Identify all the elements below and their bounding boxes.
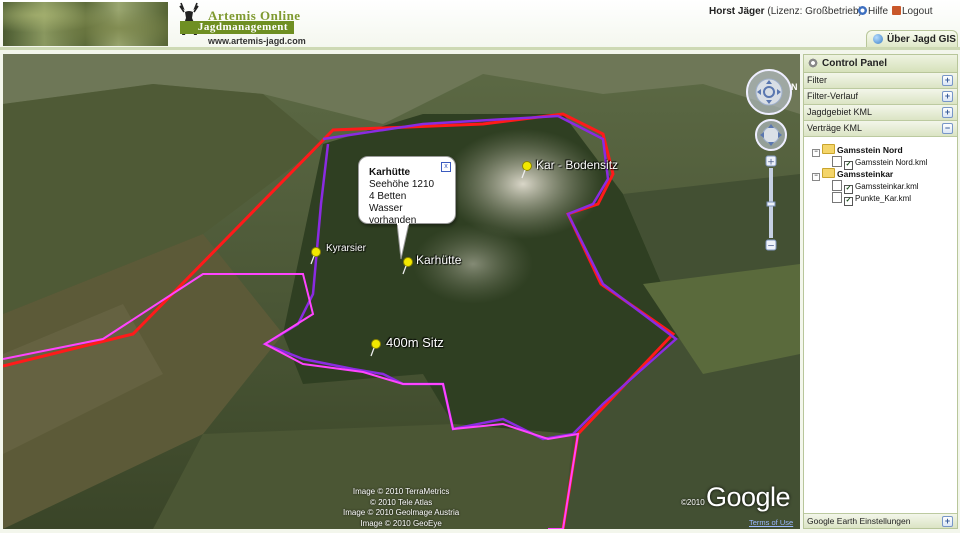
google-earth-settings[interactable]: Google Earth Einstellungen + (804, 513, 957, 528)
terms-of-use-link[interactable]: Terms of Use (749, 518, 793, 527)
copyright-text: ©2010 (681, 498, 705, 507)
header-divider (0, 47, 960, 50)
user-name: Horst Jäger (709, 6, 765, 17)
google-earth-map[interactable]: Kar - Bodensitz Kyrarsier Karhütte 400m … (3, 54, 800, 529)
navigation-compass-icon[interactable] (745, 68, 793, 116)
folder-label: Gamssteinkar (837, 169, 894, 179)
tab-label: Über Jagd GIS (887, 34, 956, 45)
credit-line: Image © 2010 TerraMetrics (352, 487, 450, 496)
svg-text:+: + (767, 158, 775, 168)
folder-label: Gamsstein Nord (837, 145, 903, 155)
help-icon (858, 6, 867, 15)
info-window-tail (397, 223, 409, 260)
zoom-slider[interactable]: + − (762, 154, 794, 258)
logo-url[interactable]: www.artemis-jagd.com (208, 36, 306, 46)
kml-tree: − Gamsstein Nord ✓ Gamsstein Nord.kml − Gam… (804, 137, 957, 481)
panel-title: Control Panel (804, 55, 957, 73)
file-label: Gamsstein Nord.kml (855, 158, 928, 167)
google-logo: Google (706, 482, 791, 512)
logout-label: Logout (902, 6, 933, 17)
info-window: Karhütte Seehöhe 1210 4 Betten Wasser vo… (358, 156, 456, 226)
look-control-icon[interactable] (754, 118, 788, 152)
checkbox[interactable]: ✓ (844, 197, 853, 206)
logout-icon (892, 6, 901, 15)
close-icon[interactable]: x (441, 162, 451, 172)
pushpin-icon[interactable] (369, 339, 383, 357)
license-info: (Lizenz: Großbetrieb) (767, 6, 862, 17)
file-label: Gamssteinkar.kml (855, 182, 919, 191)
header-forest-image (3, 2, 168, 46)
section-label: Filter (807, 75, 827, 85)
credit-line: Image © 2010 GeoEye (360, 518, 442, 528)
expand-icon[interactable]: + (942, 75, 953, 86)
tree-file-punkte-kar-kml[interactable]: ✓ Punkte_Kar.kml (832, 192, 911, 206)
pin-label-kyrarsier[interactable]: Kyrarsier (326, 243, 366, 254)
pushpin-icon[interactable] (309, 247, 323, 265)
section-vertraege-kml[interactable]: Verträge KML − (804, 121, 957, 137)
user-info: Horst Jäger (Lizenz: Großbetrieb) (709, 6, 862, 17)
section-jagdgebiet-kml[interactable]: Jagdgebiet KML + (804, 105, 957, 121)
tree-collapse-icon[interactable]: − (812, 173, 820, 181)
info-window-line: Seehöhe 1210 (369, 179, 435, 190)
section-label: Google Earth Einstellungen (807, 516, 911, 526)
info-window-line: 4 Betten (369, 191, 407, 202)
pin-label-400m-sitz[interactable]: 400m Sitz (386, 335, 444, 350)
section-label: Verträge KML (807, 123, 863, 133)
gear-icon (808, 58, 818, 68)
pin-label-karhuette[interactable]: Karhütte (416, 253, 461, 267)
section-label: Jagdgebiet KML (807, 107, 873, 117)
globe-icon (873, 34, 883, 44)
logo-subtitle: Jagdmanagement (180, 21, 294, 34)
expand-icon[interactable]: + (942, 91, 953, 102)
north-indicator[interactable]: N (791, 82, 798, 92)
expand-icon[interactable]: + (942, 516, 953, 527)
panel-title-label: Control Panel (822, 58, 888, 69)
logout-link[interactable]: Logout (892, 6, 933, 17)
kml-file-icon (832, 180, 842, 191)
pin-label-kar-bodensitz[interactable]: Kar - Bodensitz (536, 158, 618, 172)
tab-jagd-gis[interactable]: Über Jagd GIS (866, 30, 958, 47)
collapse-icon[interactable]: − (942, 123, 953, 134)
section-filter[interactable]: Filter + (804, 73, 957, 89)
kml-file-icon (832, 192, 842, 203)
pushpin-icon[interactable] (520, 161, 534, 179)
credit-line: © 2010 Tele Atlas (369, 497, 433, 507)
help-label: Hilfe (868, 6, 889, 17)
svg-text:−: − (767, 242, 775, 252)
folder-icon (822, 168, 835, 178)
kml-file-icon (832, 156, 842, 167)
file-label: Punkte_Kar.kml (855, 194, 912, 203)
app-header: Artemis Online Jagdmanagement www.artemi… (0, 0, 960, 50)
terrain-imagery (3, 54, 800, 529)
tree-collapse-icon[interactable]: − (812, 149, 820, 157)
control-panel: Control Panel Filter + Filter-Verlauf + … (803, 54, 958, 529)
section-filter-verlauf[interactable]: Filter-Verlauf + (804, 89, 957, 105)
info-window-title: Karhütte (369, 167, 411, 178)
help-link[interactable]: Hilfe (858, 6, 888, 17)
folder-icon (822, 144, 835, 154)
credit-line: Image © 2010 Geolmage Austria (343, 508, 460, 517)
expand-icon[interactable]: + (942, 107, 953, 118)
section-label: Filter-Verlauf (807, 91, 859, 101)
imagery-credits: Image © 2010 TerraMetrics © 2010 Tele At… (343, 487, 459, 529)
